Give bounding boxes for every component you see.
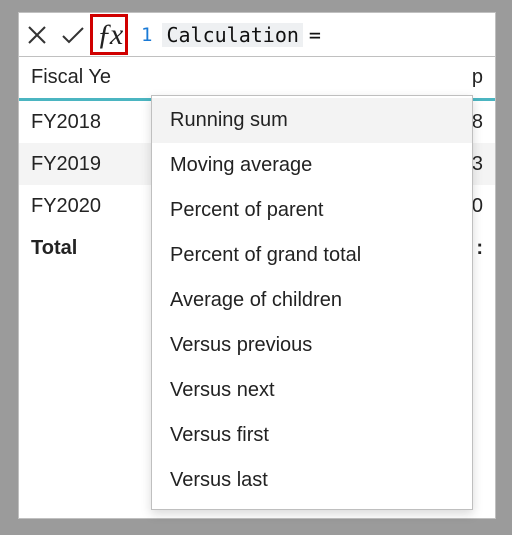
commit-button[interactable] xyxy=(55,13,91,57)
column-header-trail: p xyxy=(472,66,483,89)
suggestion-item[interactable]: Percent of parent xyxy=(152,188,472,233)
suggestion-item[interactable]: Running sum xyxy=(152,98,472,143)
fx-button[interactable]: ƒx xyxy=(91,13,127,57)
suggestion-item[interactable]: Percent of grand total xyxy=(152,233,472,278)
row-label: FY2019 xyxy=(31,153,141,176)
formula-line-number: 1 xyxy=(127,24,162,46)
suggestion-item[interactable]: Versus first xyxy=(152,413,472,458)
formula-equals: = xyxy=(303,23,321,47)
suggestion-item[interactable]: Moving average xyxy=(152,143,472,188)
formula-token-calculation: Calculation xyxy=(162,23,302,47)
row-label: FY2018 xyxy=(31,111,141,134)
close-icon xyxy=(27,25,47,45)
suggestion-item[interactable]: Average of children xyxy=(152,278,472,323)
check-icon xyxy=(61,25,85,45)
suggestion-item[interactable]: Versus next xyxy=(152,368,472,413)
formula-input[interactable]: Calculation= xyxy=(162,23,321,47)
column-header-fiscal-year[interactable]: Fiscal Ye xyxy=(31,66,141,89)
formula-bar: ƒx 1 Calculation= xyxy=(19,13,495,57)
fx-icon: ƒx xyxy=(97,20,121,50)
suggestion-item[interactable]: Versus last xyxy=(152,458,472,503)
calculation-suggestions-dropdown[interactable]: Running sum Moving average Percent of pa… xyxy=(151,95,473,510)
total-label: Total xyxy=(31,237,141,260)
row-label: FY2020 xyxy=(31,195,141,218)
app-panel: ƒx 1 Calculation= Fiscal Ye p FY2018 8 F… xyxy=(18,12,496,519)
suggestion-item[interactable]: Versus previous xyxy=(152,323,472,368)
cancel-button[interactable] xyxy=(19,13,55,57)
